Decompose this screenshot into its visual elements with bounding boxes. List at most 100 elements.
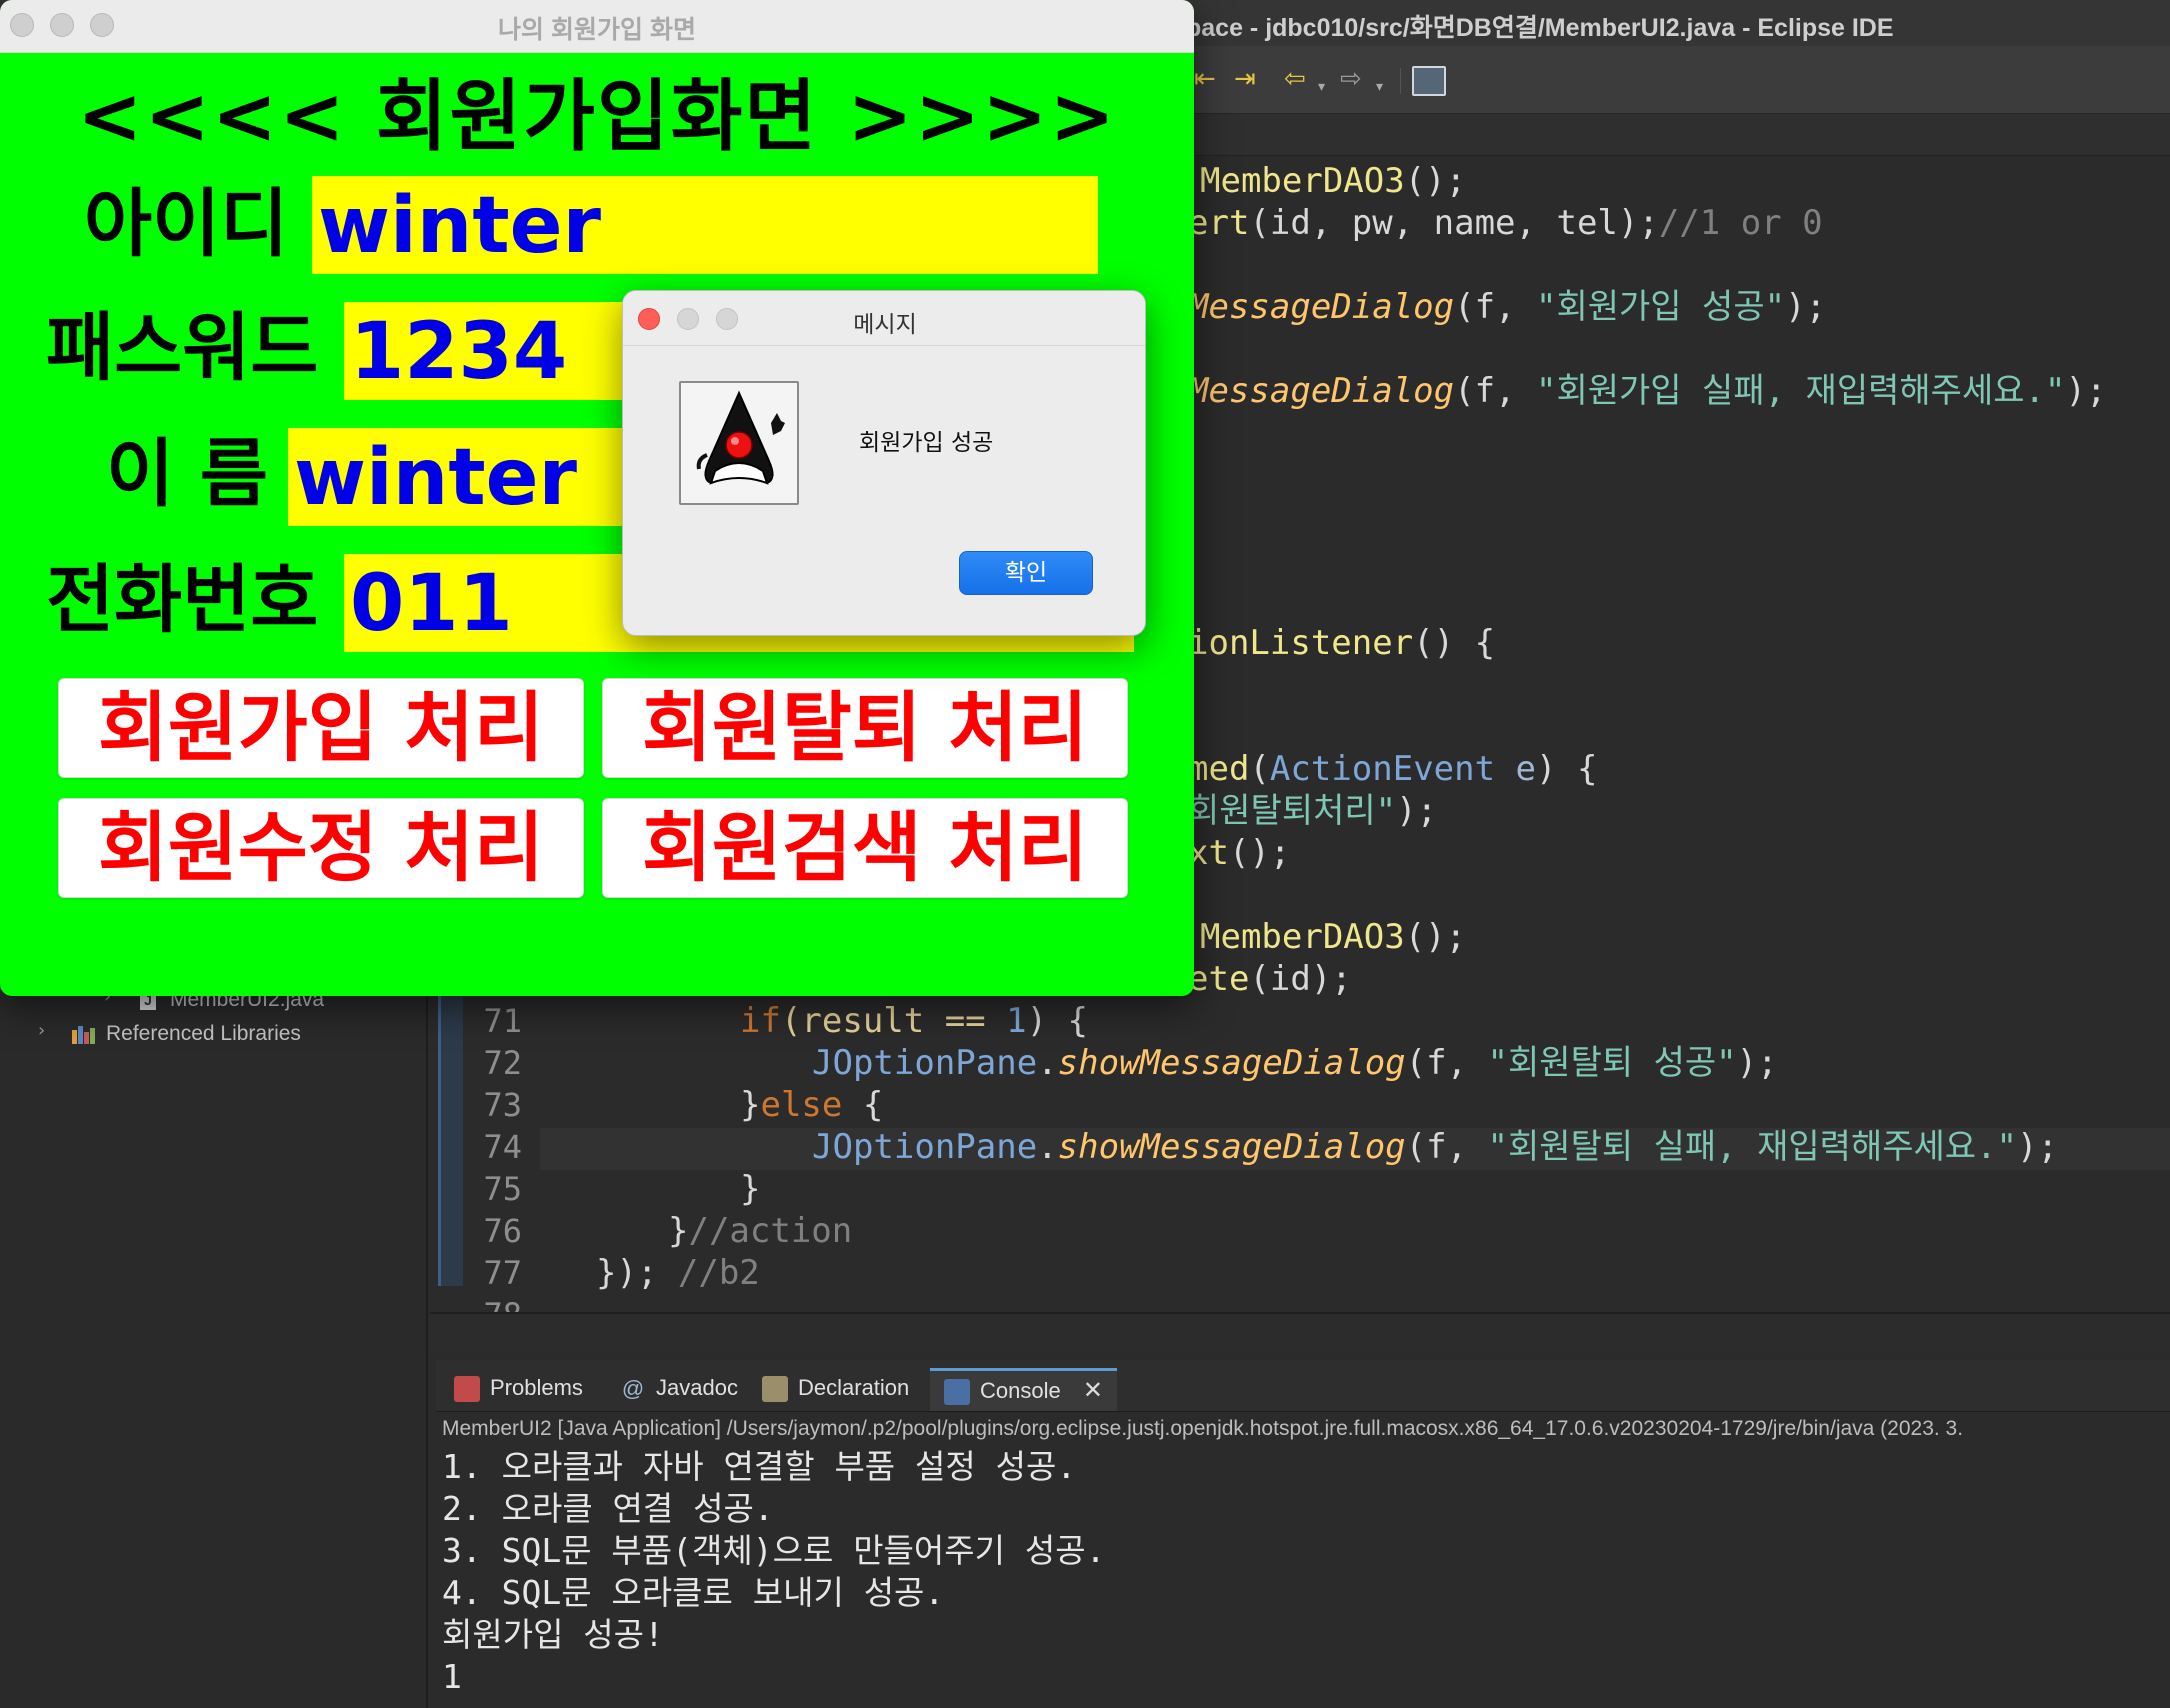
code-token: () {: [1413, 623, 1496, 663]
code-line: MemberDAO3();: [1200, 916, 1466, 958]
tab-console[interactable]: Console ✕: [930, 1368, 1117, 1411]
eclipse-window-title: pace - jdbc010/src/화면DB연결/MemberUI2.java…: [1186, 14, 1894, 42]
code-token: e: [1495, 749, 1537, 789]
code-token: MessageDialog: [1188, 371, 1455, 411]
tab-declaration[interactable]: Declaration: [752, 1368, 919, 1408]
code-line: ete(id);: [1188, 958, 1352, 1000]
code-token: (id);: [1249, 959, 1352, 999]
code-token: (result ==: [780, 1001, 1007, 1041]
tree-item-referenced-libraries[interactable]: Referenced Libraries: [106, 1022, 301, 1046]
code-line: MemberDAO3();: [1200, 160, 1466, 202]
editor-horizontal-scrollbar[interactable]: [430, 1312, 2170, 1352]
code-token: );: [1396, 791, 1438, 831]
console-launch-path: MemberUI2 [Java Application] /Users/jaym…: [436, 1412, 2170, 1446]
code-token: MessageDialog: [1188, 287, 1455, 327]
id-field[interactable]: winter: [312, 176, 1098, 274]
code-token: ionListener: [1188, 623, 1414, 663]
code-token: JOptionPane: [812, 1127, 1038, 1167]
code-token: (: [1249, 749, 1270, 789]
ok-button[interactable]: 확인: [959, 551, 1093, 595]
console-tabbar: Problems @ Javadoc Declaration Console ✕: [436, 1360, 2170, 1412]
code-token: //action: [688, 1211, 853, 1251]
code-token: MemberDAO3: [1200, 161, 1405, 201]
code-line: ionListener() {: [1188, 622, 1495, 664]
code-token: "회원가입 성공": [1536, 287, 1786, 327]
signup-heading: <<<< 회원가입화면 >>>>: [77, 72, 1117, 162]
code-line: MessageDialog(f, "회원가입 성공");: [1188, 286, 1826, 328]
declaration-icon: [762, 1376, 788, 1403]
line-number: 71: [483, 1002, 522, 1040]
open-console-icon[interactable]: [1412, 66, 1446, 96]
delete-button[interactable]: 회원탈퇴 처리: [602, 678, 1128, 778]
code-token: ert: [1188, 203, 1250, 243]
console-output[interactable]: 1. 오라클과 자바 연결할 부품 설정 성공. 2. 오라클 연결 성공. 3. …: [436, 1446, 2170, 1708]
member-window-titlebar: 나의 회원가입 화면: [0, 0, 1194, 53]
expand-caret-icon[interactable]: ›: [38, 1020, 45, 1041]
code-token: );: [2065, 371, 2107, 411]
code-token: med: [1188, 749, 1250, 789]
code-token: MemberDAO3: [1200, 917, 1405, 957]
console-line: 2. 오라클 연결 성공.: [442, 1489, 774, 1528]
code-token: (f,: [1405, 1127, 1488, 1167]
code-token: .: [1037, 1127, 1058, 1167]
code-line: ert(id, pw, name, tel);//1 or 0: [1188, 202, 1823, 244]
code-line: 회원탈퇴처리");: [1188, 790, 1437, 832]
console-line: 회원가입 성공!: [442, 1615, 664, 1654]
tab-problems[interactable]: Problems: [444, 1368, 593, 1408]
code-token: else: [760, 1085, 843, 1125]
code-token: (f,: [1405, 1043, 1488, 1083]
back-arrow-icon[interactable]: ⇦: [1284, 66, 1306, 92]
code-line: med(ActionEvent e) {: [1188, 748, 1597, 790]
dialog-titlebar: 메시지: [623, 291, 1145, 346]
code-line: JOptionPane.showMessageDialog(f, "회원탈퇴 실…: [812, 1126, 2058, 1168]
code-line: }//action: [668, 1210, 852, 1252]
line-number: 74: [483, 1128, 522, 1166]
tel-label: 전화번호: [46, 557, 319, 643]
name-label: 이 름: [106, 431, 268, 517]
code-token: ();: [1404, 917, 1467, 957]
code-token: //b2: [677, 1253, 760, 1293]
prev-annotation-icon[interactable]: ⇤: [1194, 66, 1216, 92]
next-annotation-icon[interactable]: ⇥: [1234, 66, 1256, 92]
console-line: 4. SQL문 오라클로 보내기 성공.: [442, 1573, 945, 1612]
code-token: );: [1785, 287, 1827, 327]
code-token: );: [1736, 1043, 1778, 1083]
code-token: 회원탈퇴처리": [1188, 791, 1397, 831]
code-line: JOptionPane.showMessageDialog(f, "회원탈퇴 성…: [812, 1042, 1778, 1084]
tab-javadoc[interactable]: @ Javadoc: [610, 1368, 748, 1408]
id-label: 아이디: [84, 181, 289, 267]
update-button[interactable]: 회원수정 처리: [58, 798, 584, 898]
line-number: 76: [483, 1212, 522, 1250]
code-token: }: [740, 1169, 761, 1209]
line-number: 75: [483, 1170, 522, 1208]
code-token: ();: [1404, 161, 1467, 201]
code-token: ();: [1228, 833, 1291, 873]
javadoc-icon: @: [621, 1376, 645, 1402]
code-token: "회원탈퇴 실패, 재입력해주세요.": [1487, 1127, 2018, 1167]
library-icon: [72, 1024, 96, 1044]
search-button[interactable]: 회원검색 처리: [602, 798, 1128, 898]
code-token: if: [740, 1001, 781, 1041]
code-token: .: [1037, 1043, 1058, 1083]
code-token: //1 or 0: [1658, 203, 1823, 243]
code-line: }); //b2: [596, 1252, 760, 1294]
code-line: }: [740, 1168, 760, 1210]
line-number: 72: [483, 1044, 522, 1082]
line-number: 73: [483, 1086, 522, 1124]
code-line: MessageDialog(f, "회원가입 실패, 재입력해주세요.");: [1188, 370, 2106, 412]
line-number: 77: [483, 1254, 522, 1292]
code-token: (f,: [1454, 371, 1536, 411]
code-token: }: [740, 1085, 761, 1125]
code-token: );: [2017, 1127, 2058, 1167]
close-icon[interactable]: ✕: [1083, 1377, 1103, 1404]
code-token: showMessageDialog: [1057, 1127, 1406, 1167]
code-token: ) {: [1026, 1001, 1089, 1041]
problems-icon: [454, 1376, 480, 1403]
console-line: 1: [442, 1657, 462, 1696]
join-button[interactable]: 회원가입 처리: [58, 678, 584, 778]
console-line: 1. 오라클과 자바 연결할 부품 설정 성공.: [442, 1447, 1077, 1486]
forward-arrow-icon[interactable]: ⇨: [1340, 66, 1362, 92]
code-token: (id, pw, name, tel);: [1249, 203, 1659, 243]
forward-dropdown-icon[interactable]: ▾: [1376, 74, 1383, 100]
back-dropdown-icon[interactable]: ▾: [1318, 74, 1325, 100]
